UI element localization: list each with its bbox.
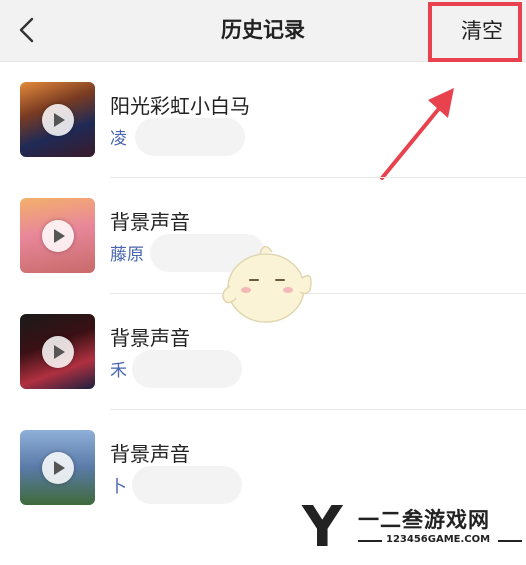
watermark-url: 123456GAME.COM bbox=[386, 534, 491, 545]
song-title: 背景声音 bbox=[110, 442, 190, 466]
song-title: 阳光彩虹小白马 bbox=[110, 94, 250, 118]
video-thumbnail[interactable] bbox=[20, 198, 95, 273]
video-thumbnail[interactable] bbox=[20, 314, 95, 389]
redaction-blur bbox=[132, 350, 242, 388]
redaction-blur bbox=[135, 118, 245, 156]
play-icon[interactable] bbox=[42, 452, 74, 484]
site-watermark: Y 一二叁游戏网 123456GAME.COM bbox=[302, 498, 526, 562]
redaction-blur bbox=[132, 466, 242, 504]
video-thumbnail[interactable] bbox=[20, 430, 95, 505]
watermark-divider bbox=[498, 540, 522, 542]
song-title: 背景声音 bbox=[110, 326, 190, 350]
clear-highlight-box bbox=[428, 2, 522, 62]
mascot-sticker-icon bbox=[222, 245, 312, 323]
video-thumbnail[interactable] bbox=[20, 82, 95, 157]
watermark-site-name: 一二叁游戏网 bbox=[358, 508, 490, 532]
artist-name: 卜 bbox=[110, 477, 127, 497]
play-icon[interactable] bbox=[42, 104, 74, 136]
play-icon[interactable] bbox=[42, 336, 74, 368]
song-title: 背景声音 bbox=[110, 210, 190, 234]
watermark-divider bbox=[358, 540, 382, 542]
artist-name: 禾 bbox=[110, 361, 127, 381]
artist-name: 藤原 bbox=[110, 245, 144, 265]
watermark-logo-letter: Y bbox=[302, 495, 343, 560]
list-item[interactable]: 阳光彩虹小白马 凌 bbox=[0, 62, 526, 178]
play-icon[interactable] bbox=[42, 220, 74, 252]
artist-name: 凌 bbox=[110, 129, 127, 149]
